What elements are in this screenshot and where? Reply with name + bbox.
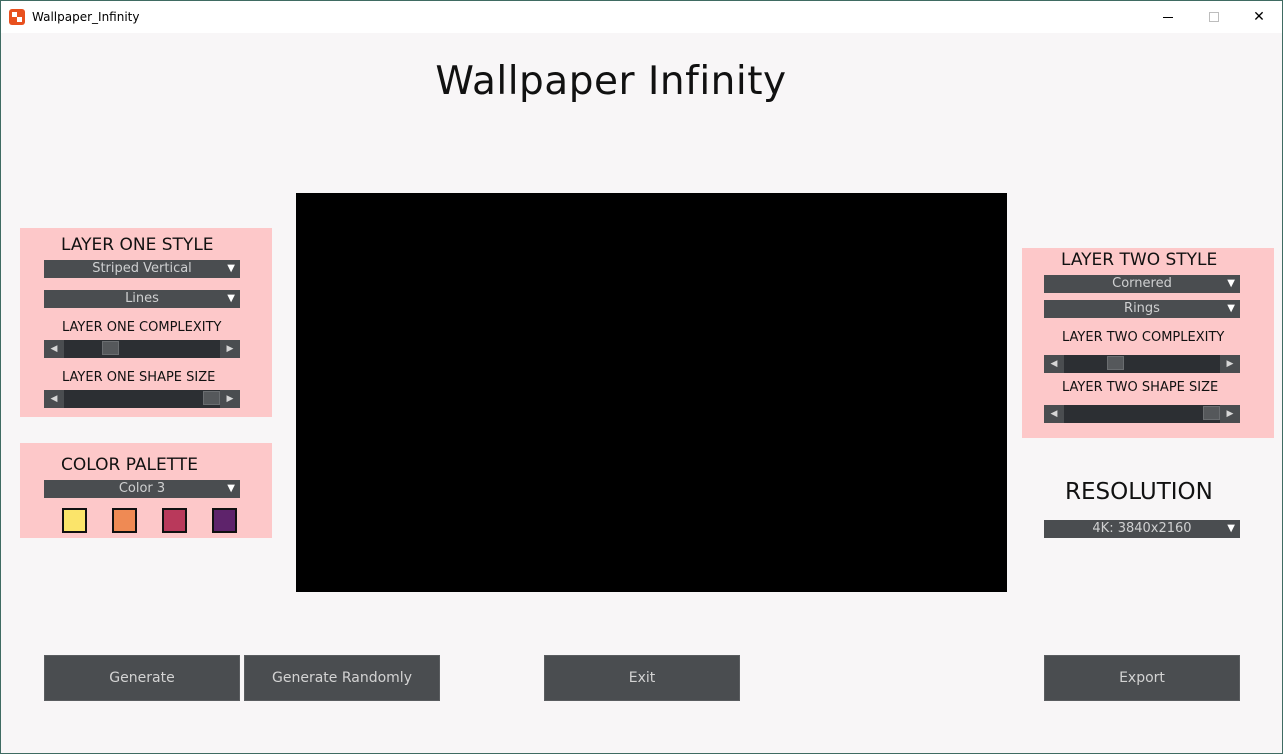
generate-randomly-button[interactable]: Generate Randomly bbox=[244, 655, 440, 701]
slider-right-arrow-icon[interactable]: ▶ bbox=[1220, 355, 1240, 373]
chevron-down-icon: ▼ bbox=[227, 483, 235, 494]
app-heading: Wallpaper Infinity bbox=[435, 59, 787, 104]
layer-two-style-dropdown[interactable]: Cornered ▼ bbox=[1044, 275, 1240, 293]
layer-one-shape-dropdown[interactable]: Lines ▼ bbox=[44, 290, 240, 308]
color-swatch bbox=[112, 508, 137, 533]
resolution-dropdown[interactable]: 4K: 3840x2160 ▼ bbox=[1044, 520, 1240, 538]
slider-left-arrow-icon[interactable]: ◀ bbox=[44, 340, 64, 358]
minimize-icon bbox=[1163, 16, 1173, 18]
slider-left-arrow-icon[interactable]: ◀ bbox=[1044, 405, 1064, 423]
exit-button[interactable]: Exit bbox=[544, 655, 740, 701]
layer-two-heading: LAYER TWO STYLE bbox=[1061, 250, 1218, 270]
color-swatch bbox=[162, 508, 187, 533]
slider-right-arrow-icon[interactable]: ▶ bbox=[220, 340, 240, 358]
slider-left-arrow-icon[interactable]: ◀ bbox=[1044, 355, 1064, 373]
layer-two-shape-value: Rings bbox=[1124, 301, 1160, 316]
app-icon bbox=[9, 9, 25, 25]
layer-one-heading: LAYER ONE STYLE bbox=[61, 235, 214, 255]
color-palette-value: Color 3 bbox=[118, 481, 166, 496]
resolution-heading: RESOLUTION bbox=[1065, 479, 1213, 505]
layer-one-complexity-label: LAYER ONE COMPLEXITY bbox=[62, 320, 222, 335]
close-button[interactable]: ✕ bbox=[1236, 1, 1282, 33]
color-palette-dropdown[interactable]: Color 3 ▼ bbox=[44, 480, 240, 498]
layer-one-shape-size-label: LAYER ONE SHAPE SIZE bbox=[62, 370, 216, 385]
layer-one-panel: LAYER ONE STYLE Striped Vertical ▼ Lines… bbox=[20, 228, 272, 417]
maximize-button[interactable] bbox=[1191, 1, 1237, 33]
window-title: Wallpaper_Infinity bbox=[32, 10, 140, 24]
slider-thumb[interactable] bbox=[203, 391, 220, 405]
slider-thumb[interactable] bbox=[101, 341, 119, 355]
generate-button[interactable]: Generate bbox=[44, 655, 240, 701]
layer-two-complexity-label: LAYER TWO COMPLEXITY bbox=[1062, 330, 1225, 345]
title-bar: Wallpaper_Infinity ✕ bbox=[1, 1, 1282, 33]
resolution-value: 4K: 3840x2160 bbox=[1092, 521, 1192, 536]
layer-two-shape-dropdown[interactable]: Rings ▼ bbox=[1044, 300, 1240, 318]
minimize-button[interactable] bbox=[1145, 1, 1191, 33]
chevron-down-icon: ▼ bbox=[1227, 523, 1235, 534]
layer-two-shape-size-label: LAYER TWO SHAPE SIZE bbox=[1062, 380, 1219, 395]
layer-one-style-value: Striped Vertical bbox=[92, 261, 192, 276]
slider-thumb[interactable] bbox=[1107, 356, 1125, 370]
color-palette-panel: COLOR PALETTE Color 3 ▼ bbox=[20, 443, 272, 538]
layer-two-style-value: Cornered bbox=[1112, 276, 1172, 291]
layer-one-style-dropdown[interactable]: Striped Vertical ▼ bbox=[44, 260, 240, 278]
maximize-icon bbox=[1209, 12, 1219, 22]
layer-two-shape-size-slider[interactable]: ◀ ▶ bbox=[1044, 405, 1240, 423]
chevron-down-icon: ▼ bbox=[1227, 303, 1235, 314]
color-swatch bbox=[212, 508, 237, 533]
slider-thumb[interactable] bbox=[1203, 406, 1220, 420]
slider-left-arrow-icon[interactable]: ◀ bbox=[44, 390, 64, 408]
chevron-down-icon: ▼ bbox=[1227, 278, 1235, 289]
app-window: Wallpaper_Infinity ✕ Wallpaper Infinity … bbox=[0, 0, 1283, 754]
slider-right-arrow-icon[interactable]: ▶ bbox=[220, 390, 240, 408]
layer-one-shape-size-slider[interactable]: ◀ ▶ bbox=[44, 390, 240, 408]
chevron-down-icon: ▼ bbox=[227, 293, 235, 304]
wallpaper-preview bbox=[296, 193, 1007, 592]
color-swatch bbox=[62, 508, 87, 533]
layer-two-complexity-slider[interactable]: ◀ ▶ bbox=[1044, 355, 1240, 373]
close-icon: ✕ bbox=[1253, 9, 1265, 25]
chevron-down-icon: ▼ bbox=[227, 263, 235, 274]
layer-two-panel: LAYER TWO STYLE Cornered ▼ Rings ▼ LAYER… bbox=[1022, 248, 1274, 438]
color-palette-heading: COLOR PALETTE bbox=[61, 455, 198, 475]
slider-right-arrow-icon[interactable]: ▶ bbox=[1220, 405, 1240, 423]
export-button[interactable]: Export bbox=[1044, 655, 1240, 701]
layer-one-complexity-slider[interactable]: ◀ ▶ bbox=[44, 340, 240, 358]
layer-one-shape-value: Lines bbox=[125, 291, 159, 306]
